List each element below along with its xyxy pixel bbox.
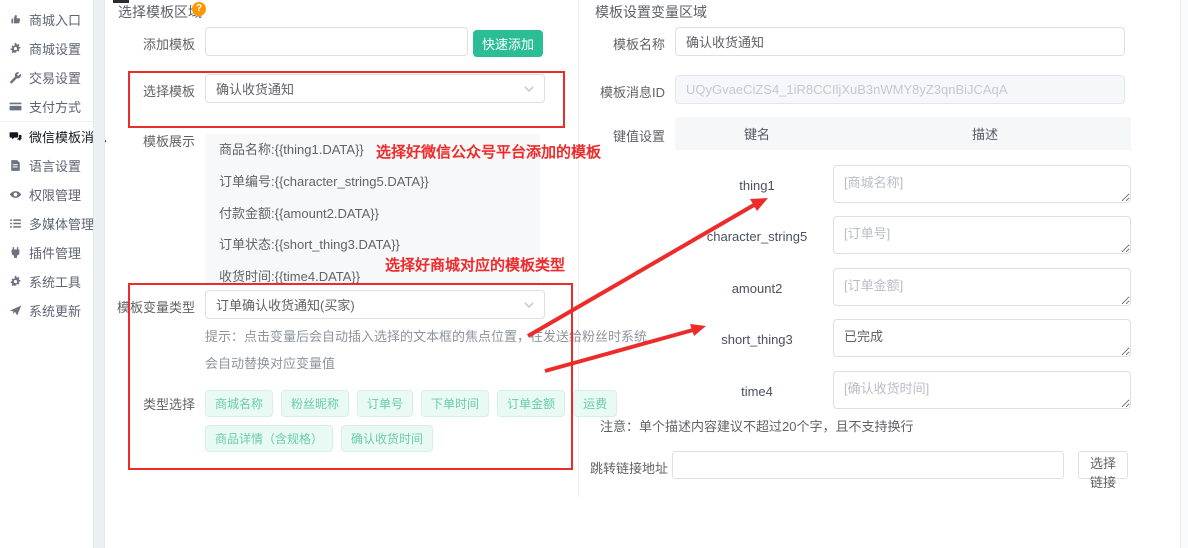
sidebar-item-permission-management[interactable]: 权限管理 (0, 180, 93, 209)
sidebar-item-label: 权限管理 (29, 185, 81, 204)
hint-line-1: 提示：点击变量后会自动插入选择的文本框的焦点位置，在发送给粉丝时系统 (205, 326, 647, 345)
left-panel-title: 选择模板区域 (118, 2, 202, 22)
hint-line-2: 会自动替换对应变量值 (205, 353, 335, 372)
sidebar-item-wechat-template-messages[interactable]: 微信模板消息 (0, 121, 93, 151)
kv-desc-time4[interactable]: [确认收货时间] (833, 371, 1131, 409)
kv-key-amount2: amount2 (675, 281, 839, 296)
add-template-input[interactable] (205, 27, 468, 56)
kv-desc-amount2[interactable]: [订单金额] (833, 268, 1131, 306)
arrow-to-thing1 (528, 198, 768, 336)
sidebar-item-label: 系统更新 (29, 301, 81, 320)
language-doc-icon (9, 159, 22, 172)
sidebar-item-label: 语言设置 (29, 156, 81, 175)
kv-col-desc: 描述 (839, 124, 1131, 143)
gear-icon (9, 275, 22, 288)
kv-key-time4: time4 (675, 384, 839, 399)
tag-confirm-receipt-time[interactable]: 确认收货时间 (341, 425, 433, 452)
kv-col-key: 键名 (675, 124, 839, 143)
sidebar-item-mall-entry[interactable]: 商城入口 (0, 5, 93, 34)
template-var-type-dropdown[interactable]: 订单确认收货通知(买家) (205, 290, 545, 319)
sidebar-item-label: 商城设置 (29, 39, 81, 58)
template-name-input[interactable] (675, 27, 1125, 56)
tag-order-time[interactable]: 下单时间 (421, 390, 489, 417)
kv-key-short-thing3: short_thing3 (675, 332, 839, 347)
eye-icon (9, 188, 22, 201)
jump-link-label: 跳转链接地址 (568, 458, 668, 477)
paper-plane-icon (9, 304, 22, 317)
sidebar-item-mall-settings[interactable]: 商城设置 (0, 34, 93, 63)
kv-key-thing1: thing1 (675, 178, 839, 193)
kv-desc-character-string5[interactable]: [订单号] (833, 216, 1131, 254)
scrollbar[interactable] (1180, 0, 1188, 548)
sidebar: 商城入口 商城设置 交易设置 支付方式 微信模板消息 语言设置 权限管理 多媒体… (0, 0, 93, 548)
sidebar-item-system-update[interactable]: 系统更新 (0, 296, 93, 325)
sidebar-item-label: 插件管理 (29, 243, 81, 262)
add-template-label: 添加模板 (105, 34, 195, 53)
tag-order-no[interactable]: 订单号 (357, 390, 413, 417)
sidebar-item-trade-settings[interactable]: 交易设置 (0, 63, 93, 92)
template-line: 收货时间:{{time4.DATA}} (219, 261, 526, 284)
credit-card-icon (9, 100, 22, 113)
sidebar-item-label: 商城入口 (29, 10, 81, 29)
column-divider (578, 0, 579, 497)
kv-settings-label: 键值设置 (575, 126, 665, 145)
tag-mall-name[interactable]: 商城名称 (205, 390, 273, 417)
template-var-type-value: 订单确认收货通知(买家) (216, 295, 355, 314)
sidebar-item-language-settings[interactable]: 语言设置 (0, 151, 93, 180)
sidebar-gutter (93, 0, 105, 548)
type-select-label: 类型选择 (105, 394, 195, 413)
chevron-down-icon (524, 86, 534, 92)
template-display-box: 商品名称:{{thing1.DATA}} 订单编号:{{character_st… (205, 134, 540, 284)
sidebar-item-system-tools[interactable]: 系统工具 (0, 267, 93, 296)
kv-desc-thing1[interactable]: [商城名称] (833, 165, 1131, 203)
sidebar-item-label: 支付方式 (29, 97, 81, 116)
template-line: 订单状态:{{short_thing3.DATA}} (219, 229, 526, 261)
sidebar-item-label: 系统工具 (29, 272, 81, 291)
sidebar-item-payment-methods[interactable]: 支付方式 (0, 92, 93, 121)
template-var-type-label: 模板变量类型 (105, 297, 195, 316)
quick-add-button[interactable]: 快速添加 (473, 30, 543, 57)
select-template-label: 选择模板 (105, 81, 195, 100)
template-msg-id-label: 模板消息ID (575, 82, 665, 101)
template-msg-id-input (675, 75, 1125, 104)
select-template-value: 确认收货通知 (216, 79, 294, 98)
tag-product-detail[interactable]: 商品详情（含规格） (205, 425, 333, 452)
tag-order-amount[interactable]: 订单金额 (497, 390, 565, 417)
chevron-down-icon (524, 302, 534, 308)
list-icon (9, 217, 22, 230)
right-panel-title: 模板设置变量区域 (595, 2, 707, 22)
plug-icon (9, 246, 22, 259)
tag-fan-nickname[interactable]: 粉丝昵称 (281, 390, 349, 417)
sidebar-item-label: 多媒体管理 (29, 214, 94, 233)
template-name-label: 模板名称 (575, 34, 665, 53)
kv-key-character-string5: character_string5 (675, 229, 839, 244)
kv-table-header: 键名 描述 (675, 117, 1131, 150)
sidebar-item-media-management[interactable]: 多媒体管理 (0, 209, 93, 238)
hand-pointer-icon (9, 13, 22, 26)
wrench-icon (9, 71, 22, 84)
template-line: 商品名称:{{thing1.DATA}} (219, 134, 526, 166)
jump-link-input[interactable] (672, 451, 1064, 479)
sidebar-item-plugin-management[interactable]: 插件管理 (0, 238, 93, 267)
tag-row-1: 商城名称粉丝昵称订单号下单时间订单金额运费 (205, 390, 625, 417)
template-line: 付款金额:{{amount2.DATA}} (219, 198, 526, 230)
tag-shipping-fee[interactable]: 运费 (573, 390, 617, 417)
tag-row-2: 商品详情（含规格） 确认收货时间 (205, 425, 441, 452)
gear-icon (9, 42, 22, 55)
select-template-dropdown[interactable]: 确认收货通知 (205, 74, 545, 103)
kv-note: 注意：单个描述内容建议不超过20个字，且不支持换行 (600, 416, 913, 435)
template-display-label: 模板展示 (105, 131, 195, 150)
template-line: 订单编号:{{character_string5.DATA}} (219, 166, 526, 198)
help-icon[interactable]: ? (192, 2, 206, 16)
choose-link-button[interactable]: 选择链接 (1078, 451, 1128, 479)
comments-icon (9, 130, 22, 143)
sidebar-item-label: 交易设置 (29, 68, 81, 87)
kv-desc-short-thing3[interactable]: 已完成 (833, 319, 1131, 357)
